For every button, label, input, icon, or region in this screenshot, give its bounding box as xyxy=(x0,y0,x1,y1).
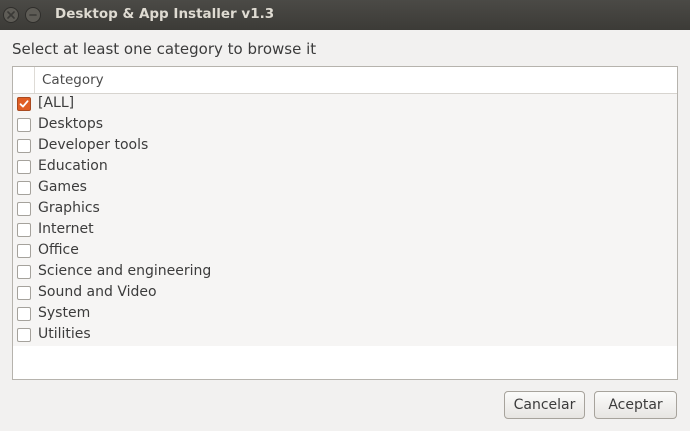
checkmark-icon xyxy=(19,100,29,108)
close-button[interactable] xyxy=(3,7,19,23)
category-label: Desktops xyxy=(38,116,104,132)
table-row[interactable]: Developer tools xyxy=(13,136,677,157)
category-checkbox[interactable] xyxy=(17,265,31,279)
minimize-icon xyxy=(29,14,37,16)
instruction-text: Select at least one category to browse i… xyxy=(12,40,317,58)
list-header: Category xyxy=(13,67,677,94)
accept-button[interactable]: Aceptar xyxy=(594,391,677,419)
category-label: Science and engineering xyxy=(38,263,212,279)
category-label: Internet xyxy=(38,221,94,237)
installer-window: Desktop & App Installer v1.3 Select at l… xyxy=(0,0,690,431)
title-bar[interactable]: Desktop & App Installer v1.3 xyxy=(0,0,690,30)
table-row[interactable]: Office xyxy=(13,241,677,262)
minimize-button[interactable] xyxy=(25,7,41,23)
table-row[interactable]: Internet xyxy=(13,220,677,241)
category-label: Developer tools xyxy=(38,137,149,153)
category-checkbox[interactable] xyxy=(17,223,31,237)
category-label: Graphics xyxy=(38,200,100,216)
category-checkbox[interactable] xyxy=(17,160,31,174)
table-row[interactable]: Education xyxy=(13,157,677,178)
header-checkbox-column[interactable] xyxy=(13,67,35,93)
category-checkbox[interactable] xyxy=(17,307,31,321)
category-label: System xyxy=(38,305,91,321)
table-row[interactable]: System xyxy=(13,304,677,325)
table-row[interactable]: Graphics xyxy=(13,199,677,220)
category-checkbox[interactable] xyxy=(17,244,31,258)
category-checkbox[interactable] xyxy=(17,181,31,195)
category-checkbox[interactable] xyxy=(17,139,31,153)
column-header-category[interactable]: Category xyxy=(42,72,104,88)
category-list: Category [ALL] Desktops Developer tools Edu… xyxy=(12,66,678,380)
close-icon xyxy=(7,11,15,19)
table-row[interactable]: Utilities xyxy=(13,325,677,346)
category-checkbox[interactable] xyxy=(17,328,31,342)
category-label: Office xyxy=(38,242,79,258)
cancel-button[interactable]: Cancelar xyxy=(504,391,585,419)
category-label: Education xyxy=(38,158,108,174)
category-label: Utilities xyxy=(38,326,91,342)
table-row[interactable]: Desktops xyxy=(13,115,677,136)
category-checkbox[interactable] xyxy=(17,118,31,132)
category-rows: [ALL] Desktops Developer tools Education Gam… xyxy=(13,94,677,346)
category-checkbox[interactable] xyxy=(17,97,31,111)
table-row[interactable]: [ALL] xyxy=(13,94,677,115)
table-row[interactable]: Sound and Video xyxy=(13,283,677,304)
category-label: [ALL] xyxy=(38,95,75,111)
category-checkbox[interactable] xyxy=(17,286,31,300)
category-label: Sound and Video xyxy=(38,284,157,300)
window-title: Desktop & App Installer v1.3 xyxy=(55,6,275,22)
category-checkbox[interactable] xyxy=(17,202,31,216)
table-row[interactable]: Games xyxy=(13,178,677,199)
category-label: Games xyxy=(38,179,87,195)
table-row[interactable]: Science and engineering xyxy=(13,262,677,283)
